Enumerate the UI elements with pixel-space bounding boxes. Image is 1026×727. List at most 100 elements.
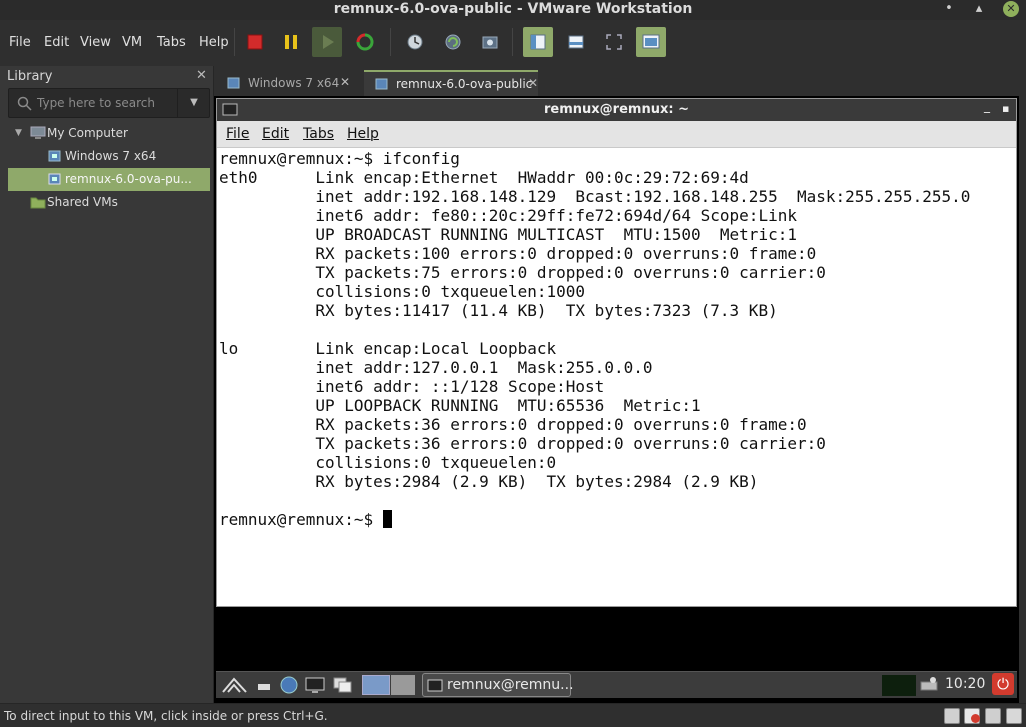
terminal-minimize-button[interactable]: _ <box>984 99 990 113</box>
pause-icon <box>285 35 297 49</box>
display-icon[interactable] <box>1006 708 1022 724</box>
tab-remnux[interactable]: remnux-6.0-ova-public ✕ <box>364 70 538 96</box>
terminal-output[interactable]: remnux@remnux:~$ ifconfig eth0 Link enca… <box>219 148 1014 606</box>
terminal-title-bar: remnux@remnux: ~ _ ▪ <box>217 99 1016 121</box>
tree-label: Windows 7 x64 <box>65 149 157 163</box>
toolbar-separator <box>234 28 235 56</box>
terminal-menu-bar: File Edit Tabs Help <box>217 121 1016 148</box>
power-icon[interactable]: ⏻ <box>992 673 1014 695</box>
command-output: eth0 Link encap:Ethernet HWaddr 00:0c:29… <box>219 168 971 491</box>
terminal-menu-file[interactable]: File <box>226 126 249 142</box>
power-off-button[interactable] <box>240 27 270 57</box>
tab-close-icon[interactable]: ✕ <box>340 75 350 89</box>
command-prompt: remnux@remnux:~$ <box>219 510 374 529</box>
terminal-window[interactable]: remnux@remnux: ~ _ ▪ File Edit Tabs Help… <box>216 98 1017 607</box>
hdd-icon[interactable] <box>944 708 960 724</box>
windows-icon[interactable] <box>332 676 354 694</box>
tab-label: remnux-6.0-ova-public <box>396 77 533 91</box>
fullscreen-icon <box>606 34 622 50</box>
search-dropdown-button[interactable]: ▼ <box>177 89 210 117</box>
command-prompt: remnux@remnux:~$ <box>219 149 374 168</box>
tree-item-windows7[interactable]: Windows 7 x64 <box>8 145 210 168</box>
thumbnail-bar-button[interactable] <box>561 27 591 57</box>
terminal-icon <box>427 679 443 692</box>
guest-taskbar: remnux@remnu... 10:20 ⏻ <box>216 671 1017 698</box>
tree-label: My Computer <box>47 126 128 140</box>
unity-view-button[interactable] <box>636 27 666 57</box>
terminal-maximize-button[interactable]: ▪ <box>1002 102 1009 115</box>
library-icon <box>530 34 546 50</box>
menu-tabs[interactable]: Tabs <box>157 35 186 50</box>
tree-item-shared-vms[interactable]: Shared VMs <box>8 191 210 214</box>
close-button[interactable]: ✕ <box>1003 1 1019 17</box>
menu-help[interactable]: Help <box>199 35 229 50</box>
menu-view[interactable]: View <box>80 35 111 50</box>
tree-item-my-computer[interactable]: ▼ My Computer <box>8 122 210 145</box>
show-desktop-icon[interactable] <box>254 676 276 694</box>
library-search-input[interactable]: Type here to search ▼ <box>8 88 210 118</box>
cpu-monitor <box>882 675 916 696</box>
full-screen-button[interactable] <box>599 27 629 57</box>
snapshot-button[interactable] <box>400 27 430 57</box>
restart-button[interactable] <box>350 27 380 57</box>
folder-icon <box>30 197 46 209</box>
toolbar-separator <box>390 28 391 56</box>
vm-icon <box>227 77 240 89</box>
terminal-title: remnux@remnux: ~ <box>544 102 689 117</box>
workspace-1[interactable] <box>362 675 390 695</box>
lxde-menu-icon[interactable] <box>220 676 250 694</box>
power-on-button[interactable] <box>312 27 342 57</box>
show-library-button[interactable] <box>523 27 553 57</box>
tab-label: Windows 7 x64 <box>248 76 340 90</box>
tree-label: remnux-6.0-ova-pu... <box>65 172 192 186</box>
library-title: Library <box>7 69 53 84</box>
vm-tabs: Windows 7 x64 ✕ remnux-6.0-ova-public ✕ <box>214 66 1026 96</box>
status-bar: To direct input to this VM, click inside… <box>0 703 1026 727</box>
search-placeholder: Type here to search <box>37 96 155 110</box>
window-title: remnux-6.0-ova-public - VMware Workstati… <box>333 1 693 17</box>
library-panel: Library ✕ Type here to search ▼ ▼ My Com… <box>0 66 214 703</box>
vm-icon <box>375 78 388 90</box>
chevron-down-icon: ▼ <box>15 128 22 138</box>
terminal-menu-tabs[interactable]: Tabs <box>303 126 334 142</box>
network-icon[interactable] <box>919 676 941 694</box>
guest-clock[interactable]: 10:20 <box>945 676 985 692</box>
cdrom-icon[interactable] <box>964 708 980 724</box>
restart-icon <box>356 33 374 51</box>
browser-icon[interactable] <box>278 676 300 694</box>
snapshot-manager-icon <box>482 36 498 49</box>
network-adapter-icon[interactable] <box>985 708 1001 724</box>
computer-icon <box>30 126 46 139</box>
console-view-icon <box>642 34 660 49</box>
taskbar-task-label: remnux@remnu... <box>447 677 574 693</box>
menu-vm[interactable]: VM <box>122 35 142 50</box>
library-close-button[interactable]: ✕ <box>196 68 207 83</box>
menu-toolbar: File Edit View VM Tabs Help <box>0 20 1026 66</box>
terminal-launcher-icon[interactable] <box>304 676 326 694</box>
workspace-2[interactable] <box>391 675 415 695</box>
terminal-menu-help[interactable]: Help <box>347 126 379 142</box>
text-cursor <box>382 510 392 528</box>
tree-item-remnux[interactable]: remnux-6.0-ova-pu... <box>8 168 210 191</box>
snapshot-manager-button[interactable] <box>475 27 505 57</box>
suspend-button[interactable] <box>276 27 306 57</box>
terminal-menu-edit[interactable]: Edit <box>262 126 289 142</box>
tab-close-icon[interactable]: ✕ <box>528 76 538 90</box>
minimize-button[interactable]: • <box>939 0 959 20</box>
play-icon <box>323 35 334 49</box>
taskbar-terminal-button[interactable]: remnux@remnu... <box>422 673 574 697</box>
command-text: ifconfig <box>382 149 460 168</box>
tab-windows7[interactable]: Windows 7 x64 ✕ <box>216 70 356 96</box>
thumbnail-icon <box>568 35 584 49</box>
revert-snapshot-button[interactable] <box>438 27 468 57</box>
maximize-button[interactable]: ▴ <box>969 0 989 20</box>
tree-label: Shared VMs <box>47 195 118 209</box>
stop-icon <box>247 34 263 50</box>
menu-file[interactable]: File <box>9 35 31 50</box>
snapshot-icon <box>407 34 423 50</box>
window-title-bar: remnux-6.0-ova-public - VMware Workstati… <box>0 0 1026 20</box>
status-message: To direct input to this VM, click inside… <box>4 709 328 723</box>
toolbar-separator <box>512 28 513 56</box>
menu-edit[interactable]: Edit <box>44 35 69 50</box>
vm-icon <box>48 150 61 162</box>
